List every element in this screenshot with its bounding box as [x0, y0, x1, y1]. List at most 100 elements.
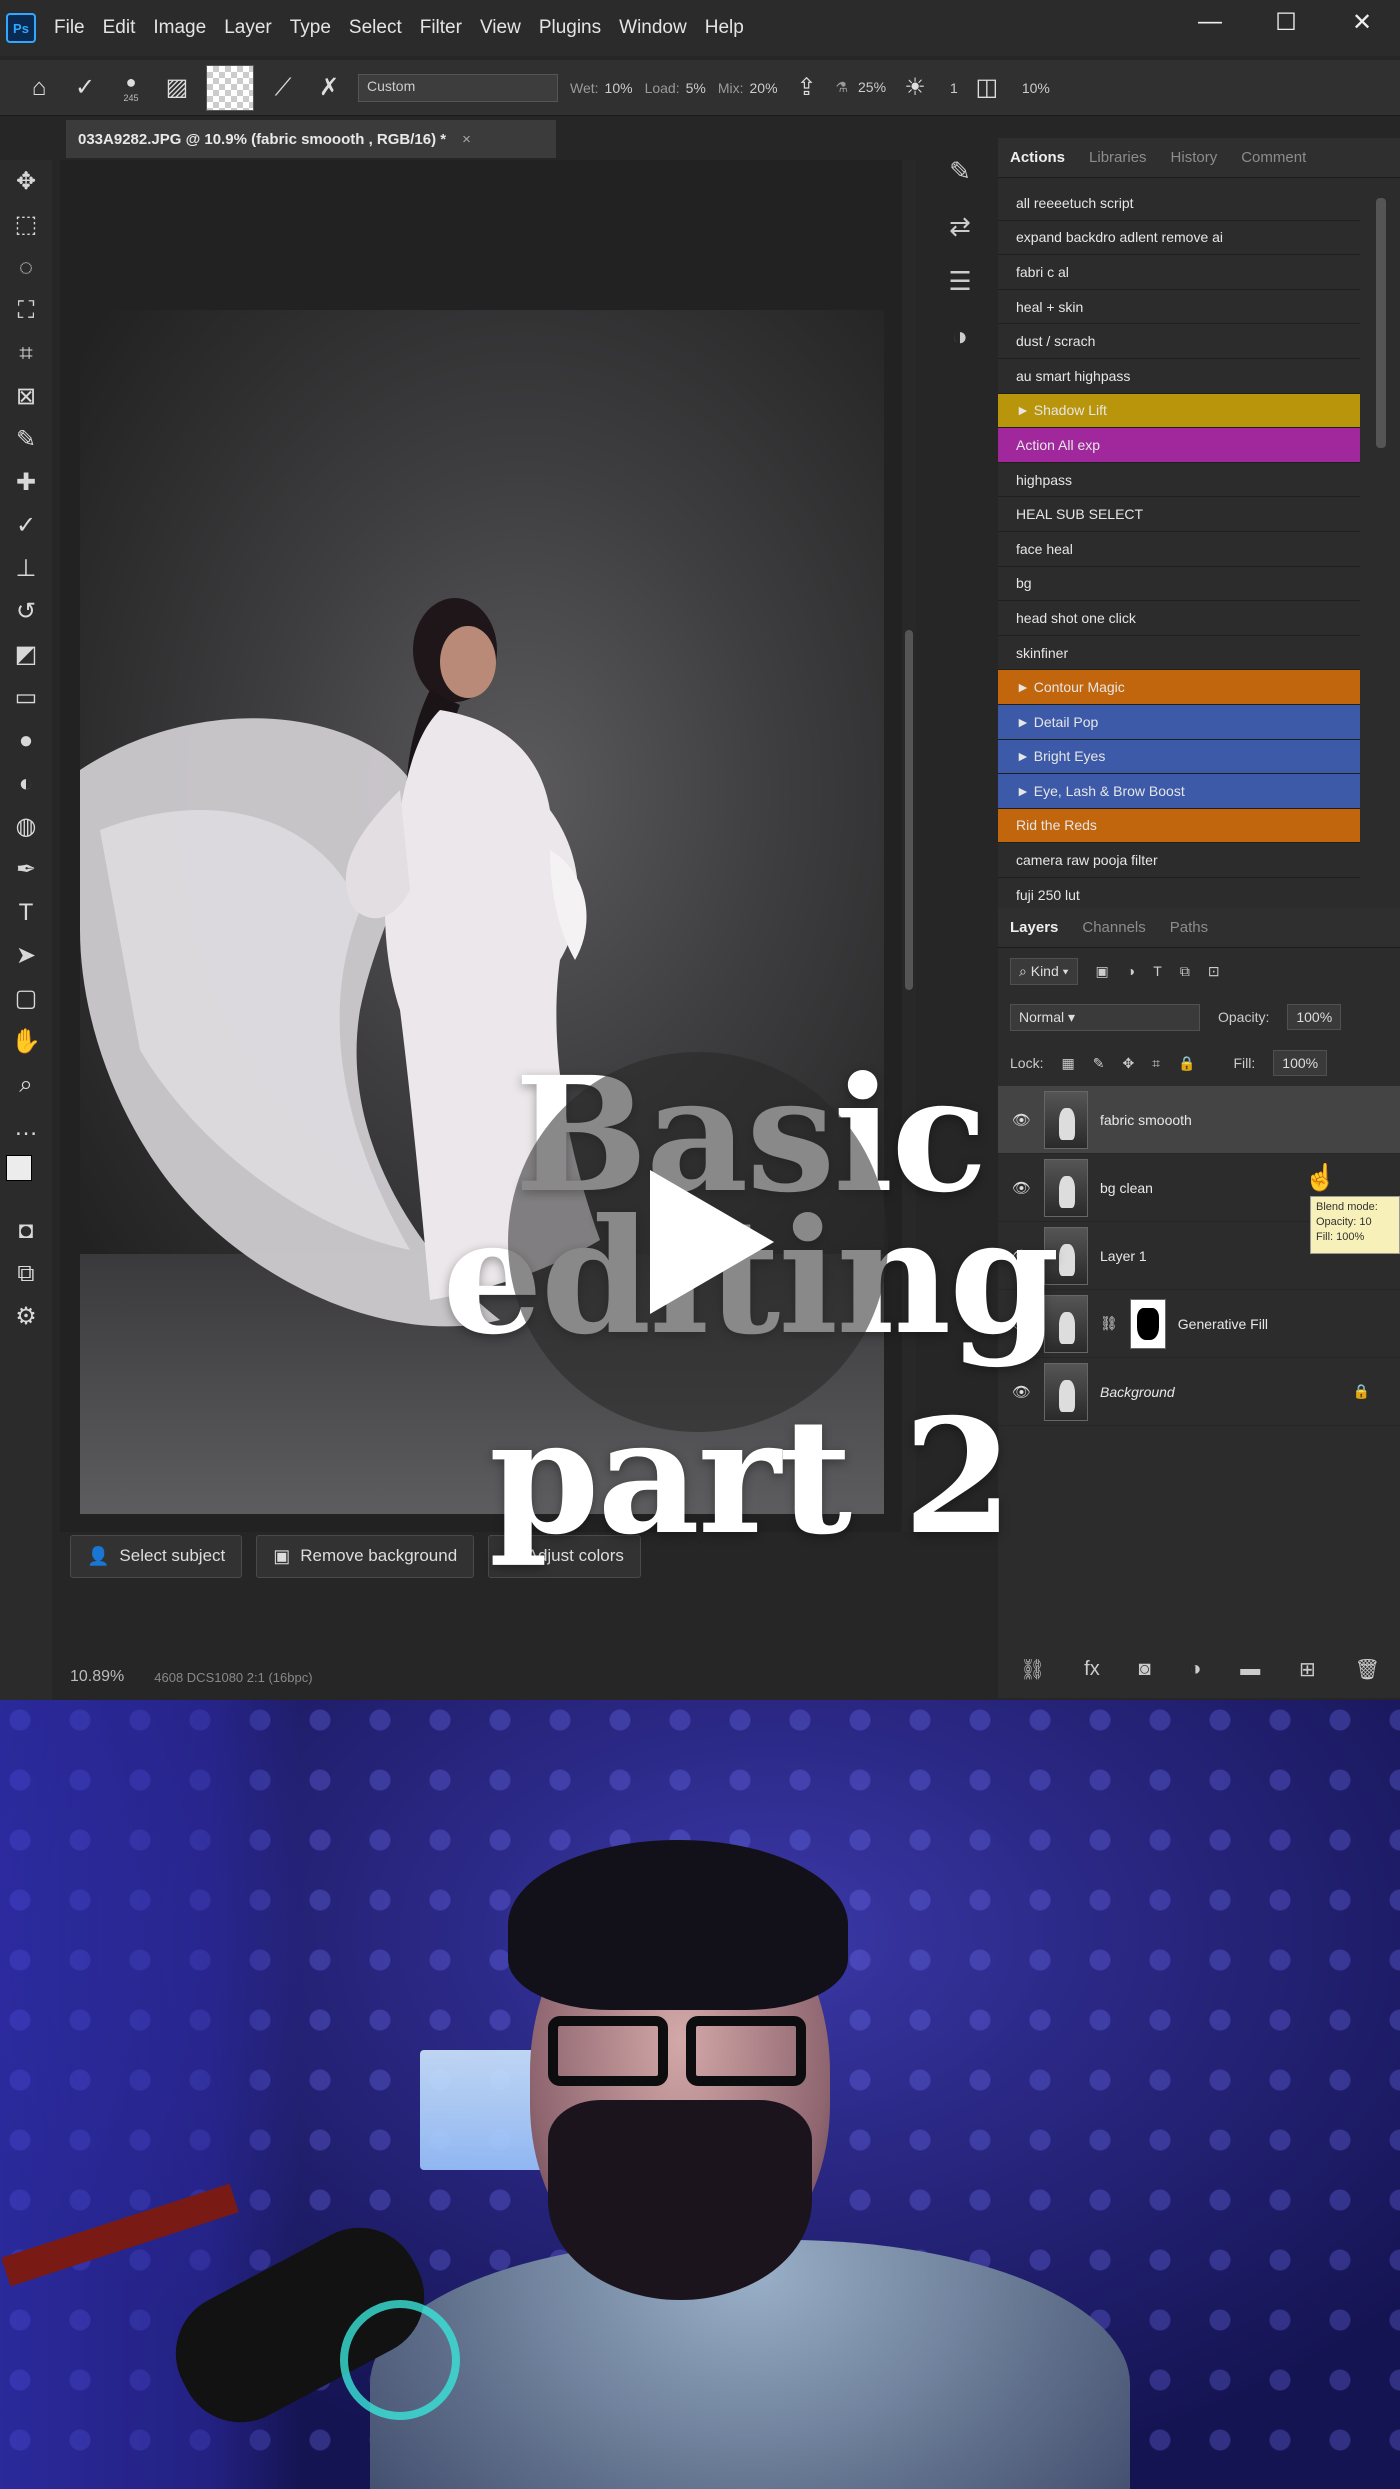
extras-icon[interactable]: ⚙: [0, 1295, 52, 1338]
history-brush-tool-icon[interactable]: ↺: [0, 590, 52, 633]
tab-history[interactable]: History: [1171, 149, 1218, 166]
action-item[interactable]: dust / scrach: [998, 324, 1360, 359]
export-icon[interactable]: ⇪: [790, 71, 824, 105]
mix-field[interactable]: Mix: 20%: [718, 80, 778, 96]
lasso-tool-icon[interactable]: ◌: [0, 246, 52, 289]
opacity-input[interactable]: 100%: [1287, 1004, 1342, 1030]
marquee-tool-icon[interactable]: ⬚: [0, 203, 52, 246]
brush-settings-panel-icon[interactable]: ✎: [949, 156, 971, 187]
menu-help[interactable]: Help: [705, 17, 744, 39]
eyedropper-tool-icon[interactable]: ✎: [0, 418, 52, 461]
action-item[interactable]: ► Bright Eyes: [998, 739, 1360, 775]
action-item[interactable]: ► Eye, Lash & Brow Boost: [998, 774, 1360, 809]
sponge-tool-icon[interactable]: ◍: [0, 805, 52, 848]
pen-tool-icon[interactable]: ✒: [0, 848, 52, 891]
load-field[interactable]: Load: 5%: [645, 80, 706, 96]
frame-tool-icon[interactable]: ⊠: [0, 375, 52, 418]
action-item[interactable]: ► Detail Pop: [998, 704, 1360, 740]
play-button[interactable]: [508, 1052, 888, 1432]
action-item[interactable]: ► Contour Magic: [998, 670, 1360, 705]
menu-window[interactable]: Window: [619, 17, 687, 39]
clone-stamp-tool-icon[interactable]: ⊥: [0, 547, 52, 590]
sample-all-layers-icon[interactable]: ◫: [970, 71, 1004, 105]
zoom-tool-icon[interactable]: ⌕: [0, 1063, 52, 1106]
quick-mask-icon[interactable]: ◘: [0, 1209, 52, 1252]
smoothing-field[interactable]: 10%: [1016, 80, 1050, 96]
menu-edit[interactable]: Edit: [103, 17, 136, 39]
action-item[interactable]: camera raw pooja filter: [998, 843, 1360, 878]
flow-field[interactable]: ⚗ 25%: [836, 79, 886, 96]
tab-actions[interactable]: Actions: [1010, 149, 1065, 166]
blend-mode-select[interactable]: Normal ▾: [1010, 1003, 1200, 1031]
menu-view[interactable]: View: [480, 17, 521, 39]
eraser-tool-icon[interactable]: ◩: [0, 633, 52, 676]
load-brush-icon[interactable]: ⟋: [266, 71, 300, 105]
clean-brush-icon[interactable]: ✗: [312, 71, 346, 105]
airbrush-icon[interactable]: ☀: [898, 71, 932, 105]
maximize-button[interactable]: ☐: [1248, 0, 1324, 44]
blur-tool-icon[interactable]: ●: [0, 719, 52, 762]
filter-type-icon[interactable]: T: [1153, 963, 1162, 979]
menu-layer[interactable]: Layer: [224, 17, 272, 39]
current-brush-load-swatch[interactable]: [206, 64, 254, 111]
dodge-tool-icon[interactable]: ◐: [0, 762, 52, 805]
action-item[interactable]: all reeeetuch script: [998, 186, 1360, 221]
fill-input[interactable]: 100%: [1273, 1050, 1328, 1076]
new-group-icon[interactable]: ▬: [1240, 1658, 1260, 1681]
actions-scrollbar-thumb[interactable]: [1376, 198, 1386, 448]
hand-tool-icon[interactable]: ✋: [0, 1020, 52, 1063]
wet-field[interactable]: Wet: 10%: [570, 80, 633, 96]
action-item[interactable]: face heal: [998, 531, 1360, 567]
menu-image[interactable]: Image: [153, 17, 206, 39]
action-item[interactable]: Action All exp: [998, 428, 1360, 463]
crop-tool-icon[interactable]: ⌗: [0, 332, 52, 375]
object-select-tool-icon[interactable]: ⛶: [0, 289, 52, 332]
fx-icon[interactable]: fx: [1084, 1658, 1100, 1681]
menu-filter[interactable]: Filter: [420, 17, 462, 39]
menu-file[interactable]: File: [54, 17, 85, 39]
healing-brush-tool-icon[interactable]: ✚: [0, 461, 52, 504]
new-layer-icon[interactable]: ⊞: [1299, 1657, 1316, 1682]
document-tab-close-icon[interactable]: ×: [462, 131, 471, 148]
link-layers-icon[interactable]: ⛓: [1020, 1657, 1045, 1682]
filter-adjust-icon[interactable]: ◑: [1127, 963, 1135, 979]
action-item[interactable]: au smart highpass: [998, 358, 1360, 394]
more-tools-icon[interactable]: …: [0, 1106, 52, 1149]
adjustments-panel-icon[interactable]: ☰: [948, 266, 971, 297]
scrollbar-thumb[interactable]: [905, 630, 913, 990]
brush-settings-icon[interactable]: ▨: [160, 71, 194, 105]
minimize-button[interactable]: —: [1172, 0, 1248, 44]
properties-panel-icon[interactable]: ⇄: [949, 211, 971, 242]
screen-mode-icon[interactable]: ⧉: [0, 1252, 52, 1295]
gradient-tool-icon[interactable]: ▭: [0, 676, 52, 719]
menu-plugins[interactable]: Plugins: [539, 17, 601, 39]
action-item[interactable]: bg: [998, 566, 1360, 602]
home-icon[interactable]: ⌂: [22, 71, 56, 105]
action-item[interactable]: highpass: [998, 462, 1360, 498]
action-item[interactable]: ► Shadow Lift: [998, 393, 1360, 429]
blend-preset-select[interactable]: Custom: [358, 73, 558, 102]
tab-comment[interactable]: Comment: [1241, 149, 1306, 166]
color-swatches[interactable]: [0, 1149, 52, 1209]
filter-shape-icon[interactable]: ⧉: [1180, 963, 1190, 980]
action-item[interactable]: fabri c al: [998, 255, 1360, 290]
brush-tool-icon[interactable]: ✓: [0, 504, 52, 547]
delete-layer-icon[interactable]: 🗑: [1355, 1657, 1380, 1682]
close-button[interactable]: ✕: [1324, 0, 1400, 44]
action-item[interactable]: HEAL SUB SELECT: [998, 497, 1360, 532]
zoom-level[interactable]: 10.89%: [70, 1668, 124, 1686]
type-tool-icon[interactable]: T: [0, 891, 52, 934]
filter-smart-icon[interactable]: ⊡: [1208, 963, 1220, 980]
action-item[interactable]: expand backdro adlent remove ai: [998, 220, 1360, 256]
move-tool-icon[interactable]: ✥: [0, 160, 52, 203]
add-mask-icon[interactable]: ◙: [1139, 1658, 1151, 1681]
mixer-brush-icon[interactable]: ✓: [68, 71, 102, 105]
tab-channels[interactable]: Channels: [1082, 919, 1145, 936]
action-item[interactable]: heal + skin: [998, 289, 1360, 325]
action-item[interactable]: head shot one click: [998, 601, 1360, 636]
layer-kind-filter[interactable]: ⌕ Kind ▾: [1010, 957, 1078, 985]
menu-type[interactable]: Type: [290, 17, 331, 39]
brush-preset-icon[interactable]: ● 245: [114, 71, 148, 105]
action-item[interactable]: skinfiner: [998, 635, 1360, 671]
action-item[interactable]: Rid the Reds: [998, 808, 1360, 844]
